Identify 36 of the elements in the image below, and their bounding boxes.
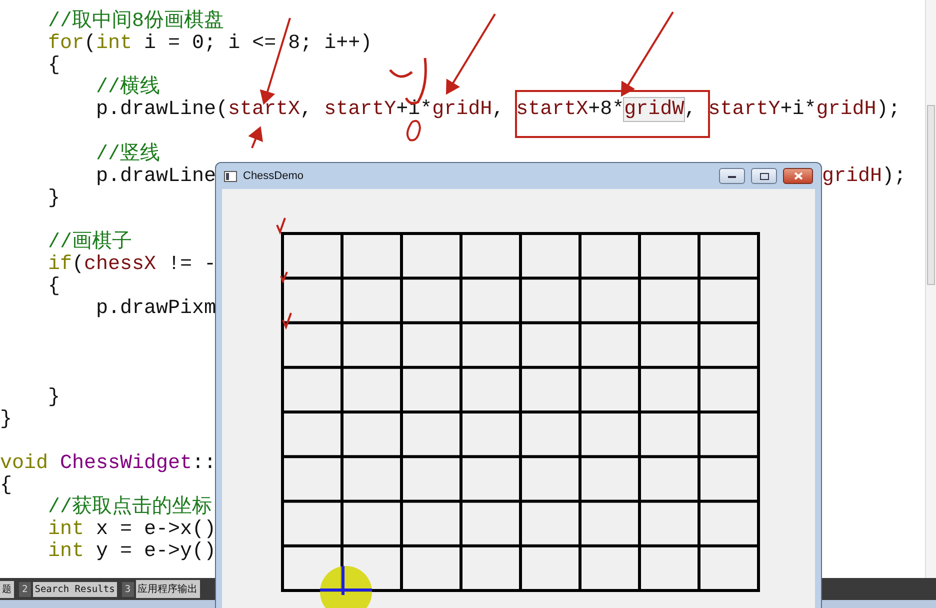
maximize-icon: [760, 172, 768, 180]
code-line: //横线: [95, 77, 160, 100]
code-line: void ChessWidget::: [0, 452, 216, 475]
code-line: //获取点击的坐标: [47, 497, 212, 520]
window-icon: [224, 170, 237, 182]
code-line: //画棋子: [47, 232, 132, 254]
code-line: int x = e->x(): [47, 519, 216, 542]
code-line: int y = e->y(): [47, 541, 216, 564]
code-line: //取中间8份画棋盘: [47, 11, 224, 34]
code-line: for(int i = 0; i <= 8; i++): [47, 33, 372, 56]
code-line: p.drawLine: [95, 166, 216, 188]
cursor-highlight: [318, 564, 374, 608]
code-line: p.drawPixm: [95, 298, 216, 320]
code-line: p.drawLine(startX, startY+i*gridH, startX+8*gridW, startY+i*gridH);: [95, 99, 900, 122]
check-mark: [282, 312, 292, 330]
maximize-button[interactable]: [751, 168, 777, 184]
code-line: {: [47, 276, 60, 298]
minimize-button[interactable]: [719, 168, 745, 184]
code-line: {: [0, 474, 12, 498]
code-line: gridH);: [822, 166, 906, 188]
close-button[interactable]: [783, 168, 813, 184]
check-mark: [280, 272, 288, 284]
window-title: ChessDemo: [243, 170, 305, 182]
minimize-icon: [728, 174, 736, 178]
output-tab[interactable]: 题: [0, 580, 14, 598]
code-line: if(chessX != -: [47, 254, 216, 276]
scrollbar[interactable]: [925, 0, 936, 580]
code-line: //竖线: [95, 144, 160, 166]
handwritten-mark: [406, 120, 421, 142]
check-mark: [276, 218, 286, 235]
annotation-arrow: [248, 126, 263, 148]
code-line: {: [47, 55, 60, 78]
code-line: }: [47, 188, 60, 210]
close-icon: [794, 172, 802, 180]
code-line: }: [0, 408, 12, 431]
code-line: }: [47, 386, 60, 409]
